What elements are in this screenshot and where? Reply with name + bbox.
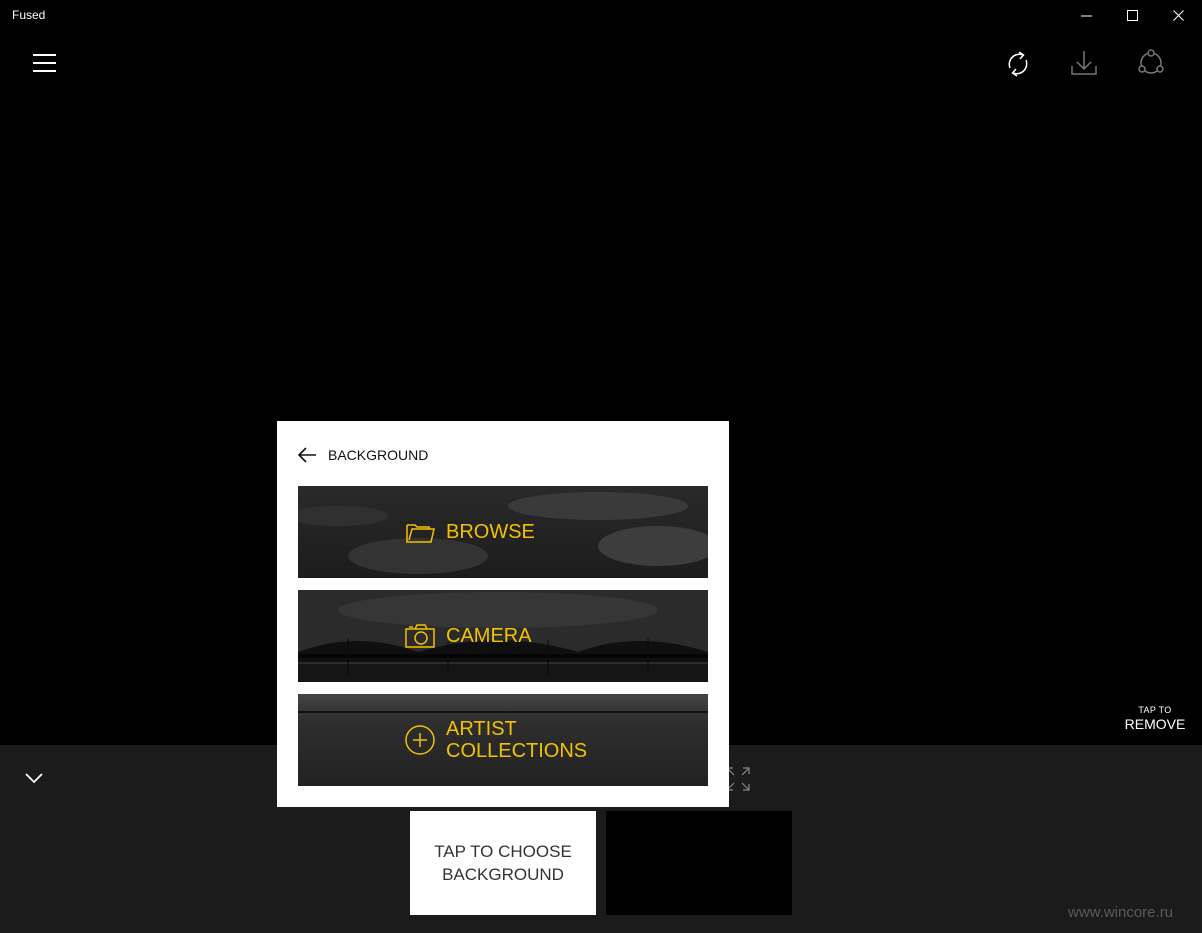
back-arrow-icon[interactable] — [297, 444, 319, 466]
camera-option[interactable]: CAMERA — [298, 590, 708, 682]
browse-label: BROWSE — [446, 521, 535, 543]
hamburger-menu-icon — [33, 54, 56, 72]
dialog-title: BACKGROUND — [328, 447, 429, 463]
chevron-down-icon — [25, 773, 43, 784]
minimize-button[interactable] — [1064, 0, 1110, 32]
watermark: www.wincore.ru — [1068, 904, 1174, 921]
refresh-button[interactable] — [996, 42, 1040, 86]
artist-label-line2: COLLECTIONS — [446, 740, 588, 762]
share-button[interactable] — [1129, 42, 1173, 86]
choose-background-label: TAP TO CHOOSE BACKGROUND — [434, 842, 572, 884]
artist-collections-content: ARTIST COLLECTIONS — [404, 694, 587, 786]
maximize-button[interactable] — [1110, 0, 1156, 32]
collapse-panel-button[interactable] — [18, 762, 50, 794]
minimize-icon — [1081, 15, 1092, 17]
tap-to-label: TAP TO — [1138, 705, 1172, 715]
close-button[interactable] — [1156, 0, 1202, 32]
folder-icon — [406, 524, 435, 543]
camera-icon — [405, 624, 435, 648]
remove-label: REMOVE — [1124, 716, 1186, 732]
foreground-thumbnail[interactable] — [606, 811, 792, 915]
title-bar: Fused — [0, 0, 1202, 32]
choose-background-tile[interactable]: TAP TO CHOOSE BACKGROUND — [410, 811, 596, 915]
download-icon — [1071, 51, 1097, 75]
dialog-header[interactable]: BACKGROUND — [297, 443, 428, 467]
plus-circle-icon — [405, 725, 435, 755]
refresh-icon — [1008, 51, 1028, 77]
browse-content: BROWSE — [404, 486, 535, 578]
browse-option[interactable]: BROWSE — [298, 486, 708, 578]
artist-collections-label: ARTIST COLLECTIONS — [446, 718, 587, 762]
window-title: Fused — [12, 8, 46, 22]
maximize-icon — [1127, 10, 1138, 21]
camera-label: CAMERA — [446, 625, 532, 647]
share-icon — [1138, 49, 1164, 74]
hamburger-menu-button[interactable] — [22, 44, 66, 82]
close-icon — [1173, 10, 1184, 21]
artist-collections-option[interactable]: ARTIST COLLECTIONS — [298, 694, 708, 786]
camera-content: CAMERA — [404, 590, 532, 682]
artist-label-line1: ARTIST — [446, 718, 517, 740]
background-dialog: BACKGROUND BROWSE CAMERA ARTIST COLLECTI… — [277, 421, 729, 807]
download-button[interactable] — [1062, 42, 1106, 86]
tap-to-remove-button[interactable]: TAP TO REMOVE — [1110, 705, 1200, 732]
